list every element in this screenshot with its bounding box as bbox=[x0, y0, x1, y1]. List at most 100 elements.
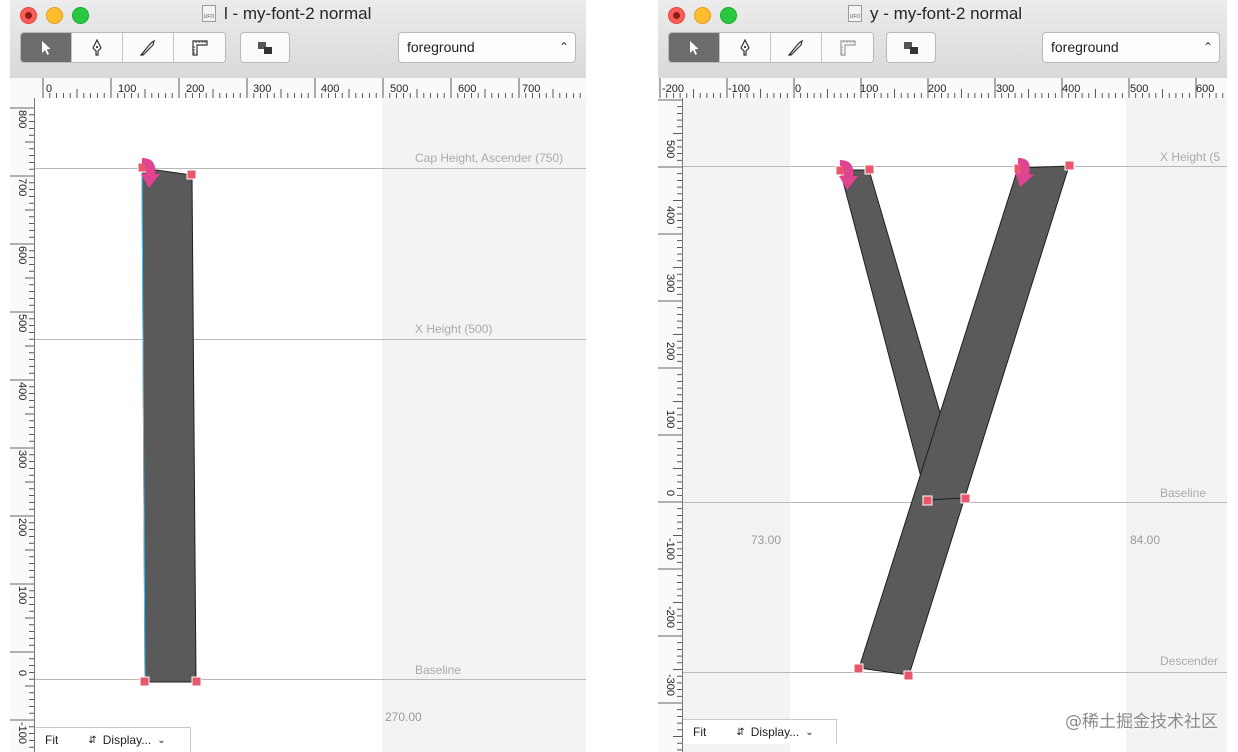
ruler-label: 400 bbox=[16, 382, 28, 401]
knife-tool-button[interactable] bbox=[123, 33, 174, 62]
ruler-label: 100 bbox=[118, 83, 137, 95]
ruler-label: -200 bbox=[662, 83, 685, 95]
layers-button[interactable] bbox=[886, 32, 936, 63]
vertical-ruler[interactable]: 500 400 300 200 100 0 -100 -200 -300 bbox=[658, 98, 683, 752]
ruler-label: 200 bbox=[16, 518, 28, 537]
ruler-label: 500 bbox=[1130, 83, 1149, 95]
status-bar: Fit ⇵ Display... ⌄ bbox=[35, 727, 191, 752]
close-window-button[interactable] bbox=[20, 7, 37, 24]
measure-tool-button[interactable] bbox=[174, 33, 225, 62]
close-window-button[interactable] bbox=[668, 7, 685, 24]
ruler-label: 100 bbox=[16, 586, 28, 605]
on-curve-point[interactable] bbox=[960, 493, 971, 504]
ruler-label: 100 bbox=[860, 83, 879, 95]
on-curve-point[interactable] bbox=[922, 495, 933, 506]
knife-icon bbox=[139, 39, 155, 56]
minimize-window-button[interactable] bbox=[46, 7, 63, 24]
on-curve-point[interactable] bbox=[186, 169, 197, 180]
layers-icon bbox=[904, 41, 918, 54]
glyph-canvas[interactable]: Cap Height, Ascender (750) X Height (500… bbox=[35, 98, 586, 752]
knife-tool-button[interactable] bbox=[771, 33, 822, 62]
measure-tool-button[interactable] bbox=[822, 33, 873, 62]
ruler-label: 300 bbox=[664, 274, 676, 293]
pen-tool-button[interactable] bbox=[72, 33, 123, 62]
ruler-ticks bbox=[42, 78, 581, 98]
ruler-label: 400 bbox=[664, 206, 676, 225]
title-bar: UFO l - my-font-2 normal foreground ⌃ bbox=[10, 0, 586, 79]
chevron-down-icon: ⌄ bbox=[157, 734, 166, 746]
ruler-label: -100 bbox=[728, 83, 751, 95]
ruler-label: 0 bbox=[46, 83, 53, 95]
pen-tool-button[interactable] bbox=[720, 33, 771, 62]
ruler-label: 600 bbox=[458, 83, 477, 95]
ruler-label: 300 bbox=[996, 83, 1015, 95]
ruler-label: 400 bbox=[321, 83, 340, 95]
ruler-label: 300 bbox=[253, 83, 272, 95]
layer-select-value: foreground bbox=[407, 39, 475, 55]
ruler-label: 700 bbox=[16, 178, 28, 197]
glyph-window-y: UFO y - my-font-2 normal foreground ⌃ -2… bbox=[658, 0, 1227, 752]
layer-select[interactable]: foreground ⌃ bbox=[398, 32, 576, 63]
tool-selector bbox=[668, 32, 874, 63]
zoom-window-button[interactable] bbox=[720, 7, 737, 24]
ruler-label: 500 bbox=[16, 314, 28, 333]
glyph-canvas[interactable]: X Height (5 Baseline Descender 73.00 84.… bbox=[683, 98, 1227, 752]
ruler-label: 200 bbox=[928, 83, 947, 95]
ruler-label: -200 bbox=[664, 606, 676, 629]
ruler-label: 0 bbox=[16, 670, 28, 677]
ruler-label: 0 bbox=[795, 83, 802, 95]
on-curve-point[interactable] bbox=[864, 164, 875, 175]
tool-selector bbox=[20, 32, 226, 63]
chevron-down-icon: ⌄ bbox=[805, 726, 814, 738]
horizontal-ruler[interactable]: 0 100 200 300 400 500 600 700 bbox=[10, 78, 586, 99]
ruler-label: 500 bbox=[664, 140, 676, 159]
arrow-pointer-icon bbox=[690, 40, 699, 55]
chevron-up-down-icon: ⌃ bbox=[1202, 40, 1213, 54]
display-menu[interactable]: Display... bbox=[751, 725, 799, 739]
minimize-window-button[interactable] bbox=[694, 7, 711, 24]
window-title: l - my-font-2 normal bbox=[224, 4, 372, 23]
on-curve-point[interactable] bbox=[903, 670, 914, 681]
ufo-document-icon: UFO bbox=[202, 5, 216, 22]
ruler-icon bbox=[191, 39, 208, 56]
on-curve-point[interactable] bbox=[139, 676, 150, 687]
on-curve-point[interactable] bbox=[1064, 160, 1075, 171]
on-curve-point[interactable] bbox=[853, 663, 864, 674]
ruler-label: 800 bbox=[16, 110, 28, 129]
title-bar: UFO y - my-font-2 normal foreground ⌃ bbox=[658, 0, 1227, 79]
glyph-contour[interactable] bbox=[141, 167, 197, 683]
ruler-label: -300 bbox=[664, 674, 676, 697]
layer-select[interactable]: foreground ⌃ bbox=[1042, 32, 1220, 63]
zoom-select[interactable]: Fit bbox=[693, 725, 706, 739]
chevron-up-down-icon: ⇵ bbox=[736, 726, 745, 738]
on-curve-point[interactable] bbox=[191, 676, 202, 687]
zoom-window-button[interactable] bbox=[72, 7, 89, 24]
layer-select-value: foreground bbox=[1051, 39, 1119, 55]
glyph-window-l: UFO l - my-font-2 normal foreground ⌃ 0 … bbox=[10, 0, 586, 752]
pen-nib-icon bbox=[740, 38, 750, 56]
ruler-label: 700 bbox=[522, 83, 541, 95]
pointer-tool-button[interactable] bbox=[669, 33, 720, 62]
pen-nib-icon bbox=[92, 38, 102, 56]
zoom-select[interactable]: Fit bbox=[45, 733, 58, 747]
ruler-label: 400 bbox=[1062, 83, 1081, 95]
ruler-label: 200 bbox=[664, 342, 676, 361]
ruler-icon bbox=[839, 39, 856, 56]
display-menu[interactable]: Display... bbox=[103, 733, 151, 747]
glyph-outline-l[interactable] bbox=[35, 98, 586, 752]
knife-icon bbox=[787, 39, 803, 56]
ruler-label: -100 bbox=[664, 538, 676, 561]
horizontal-ruler[interactable]: -200 -100 0 100 200 300 400 500 600 bbox=[658, 78, 1227, 99]
ruler-label: 300 bbox=[16, 450, 28, 469]
chevron-up-down-icon: ⇵ bbox=[88, 734, 97, 746]
chevron-up-down-icon: ⌃ bbox=[558, 40, 569, 54]
vertical-ruler[interactable]: 800 700 600 500 400 300 200 100 0 -100 bbox=[10, 98, 35, 752]
ruler-label: 100 bbox=[664, 410, 676, 429]
ruler-label: 600 bbox=[1196, 83, 1215, 95]
watermark: @稀土掘金技术社区 bbox=[1065, 712, 1218, 732]
layers-button[interactable] bbox=[240, 32, 290, 63]
ruler-label: -100 bbox=[16, 722, 28, 745]
pointer-tool-button[interactable] bbox=[21, 33, 72, 62]
status-bar: Fit ⇵ Display... ⌄ bbox=[683, 719, 837, 744]
glyph-outline-y[interactable] bbox=[683, 98, 1227, 752]
